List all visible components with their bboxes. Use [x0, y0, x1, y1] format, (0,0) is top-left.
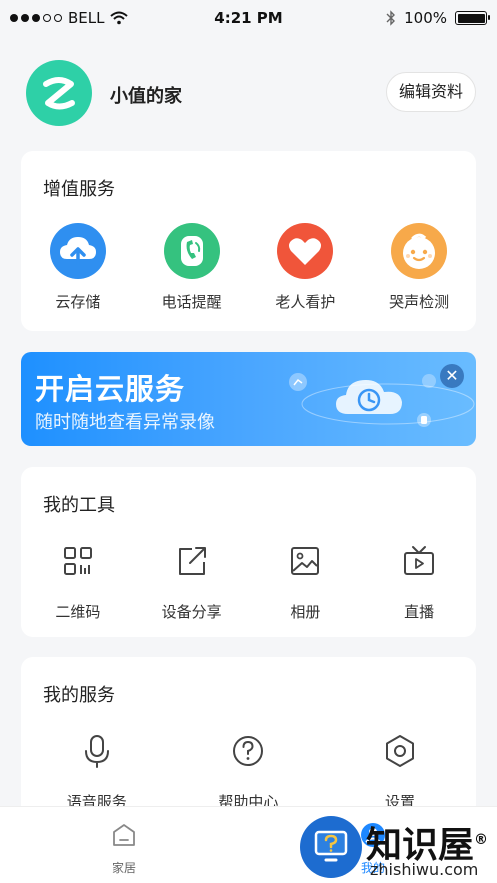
service-item-phone-reminder[interactable]: 电话提醒	[135, 223, 249, 312]
service-item-elderly-care[interactable]: 老人看护	[249, 223, 363, 312]
status-right: 100%	[386, 9, 490, 27]
tool-item-device-share[interactable]: 设备分享	[135, 541, 249, 622]
tool-item-qr-code[interactable]: 二维码	[21, 541, 135, 622]
my-services-card: 我的服务 语音服务 帮助中心 设置	[21, 657, 476, 827]
tab-label: 家居	[111, 861, 136, 875]
tool-item-live[interactable]: 直播	[362, 541, 476, 622]
watermark: 知识屋® zhishiwu.com	[300, 814, 497, 883]
tool-item-album[interactable]: 相册	[249, 541, 363, 622]
tab-home[interactable]: 家居	[74, 821, 174, 876]
service-label: 老人看护	[275, 293, 336, 311]
heart-icon	[277, 223, 334, 279]
service-label: 电话提醒	[161, 293, 222, 311]
live-tv-icon	[404, 546, 435, 575]
battery-icon	[455, 11, 490, 25]
value-services-card: 增值服务 云存储 电话提醒 老人看护 哭声检测	[21, 151, 476, 331]
watermark-url: zhishiwu.com	[370, 860, 479, 879]
service-item-cry-detection[interactable]: 哭声检测	[362, 223, 476, 312]
service-label: 云存储	[55, 293, 101, 311]
my-services-grid: 语音服务 帮助中心 设置	[21, 731, 476, 812]
qr-code-icon	[63, 547, 92, 575]
edit-profile-button[interactable]: 编辑资料	[385, 72, 476, 112]
value-services-grid: 云存储 电话提醒 老人看护 哭声检测	[21, 223, 476, 312]
tool-label: 直播	[404, 603, 435, 621]
baby-face-icon	[391, 223, 448, 279]
home-icon	[113, 824, 135, 846]
my-tools-card: 我的工具 二维码 设备分享 相册 直播	[21, 467, 476, 637]
tool-label: 相册	[290, 603, 321, 621]
cloud-service-banner[interactable]: 开启云服务 随时随地查看异常录像 ✕	[21, 352, 476, 446]
banner-title: 开启云服务	[35, 372, 186, 406]
bluetooth-icon	[386, 10, 396, 26]
my-tools-title: 我的工具	[43, 495, 115, 516]
tool-label: 设备分享	[161, 603, 222, 621]
share-icon	[178, 547, 206, 575]
watermark-logo-icon	[300, 816, 362, 878]
avatar[interactable]	[26, 60, 92, 126]
profile-name[interactable]: 小值的家	[110, 82, 182, 108]
close-icon[interactable]: ✕	[440, 364, 464, 388]
profile-header: 小值的家 编辑资料	[26, 60, 476, 126]
status-bar: BELL 4:21 PM 100%	[0, 0, 497, 36]
battery-percent: 100%	[404, 9, 447, 27]
banner-subtitle: 随时随地查看异常录像	[35, 412, 215, 433]
avatar-logo-icon	[43, 77, 75, 110]
service-label: 哭声检测	[389, 293, 450, 311]
tool-label: 二维码	[55, 603, 101, 621]
my-tools-grid: 二维码 设备分享 相册 直播	[21, 541, 476, 622]
microphone-icon	[84, 735, 109, 768]
photo-album-icon	[291, 547, 320, 575]
service-item-cloud-storage[interactable]: 云存储	[21, 223, 135, 312]
service-voice[interactable]: 语音服务	[21, 731, 173, 812]
phone-icon	[163, 223, 220, 279]
battery-fill	[457, 13, 485, 23]
service-settings[interactable]: 设置	[324, 731, 476, 812]
value-services-title: 增值服务	[43, 179, 115, 200]
cloud-upload-icon	[49, 223, 106, 279]
my-services-title: 我的服务	[43, 685, 115, 706]
settings-icon	[385, 735, 414, 767]
service-help-center[interactable]: 帮助中心	[173, 731, 325, 812]
help-icon	[233, 736, 264, 766]
